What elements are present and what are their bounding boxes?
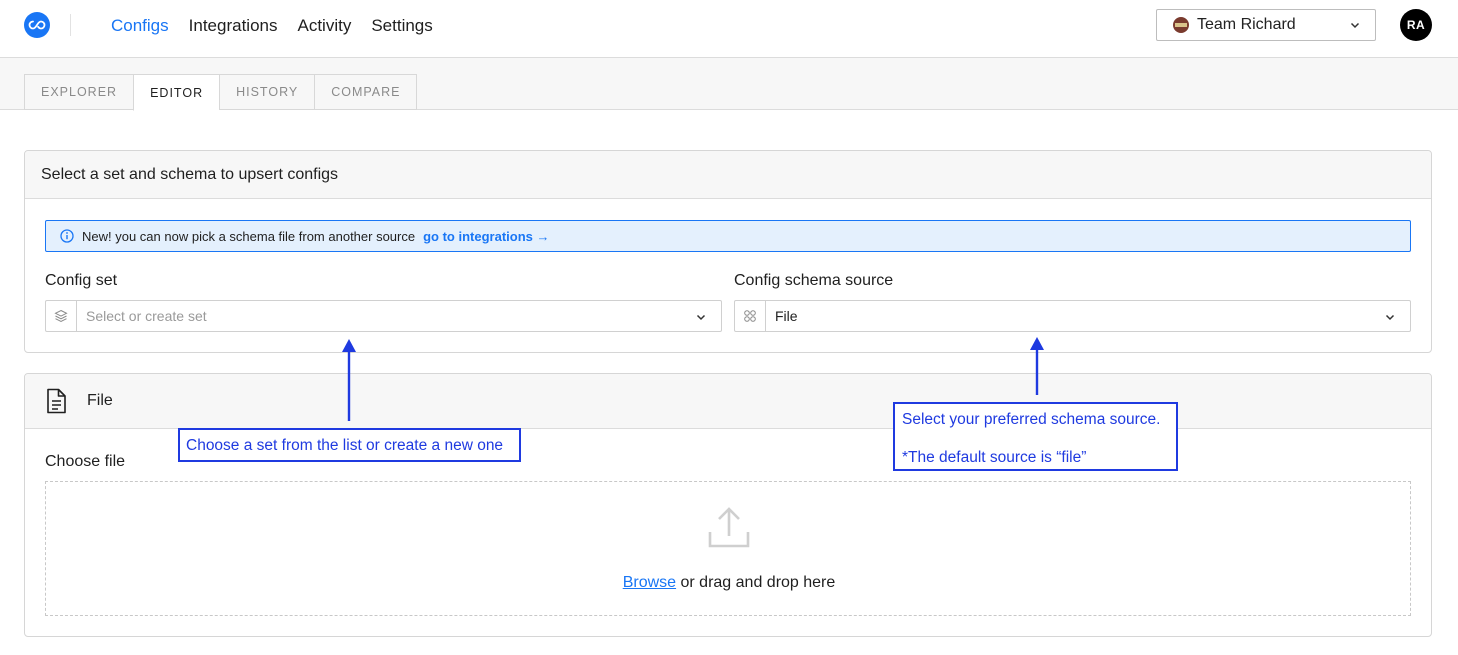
annotation-schema-hint-line1: Select your preferred schema source. bbox=[902, 411, 1161, 428]
panel-title: Select a set and schema to upsert config… bbox=[25, 151, 1431, 199]
tab-explorer[interactable]: EXPLORER bbox=[24, 74, 134, 110]
browse-link[interactable]: Browse bbox=[623, 574, 676, 591]
user-avatar[interactable]: RA bbox=[1400, 9, 1432, 41]
select-set-schema-panel: Select a set and schema to upsert config… bbox=[24, 150, 1432, 353]
chevron-down-icon bbox=[696, 314, 706, 321]
top-navigation-bar: Configs Integrations Activity Settings T… bbox=[0, 0, 1458, 58]
nav-item-activity[interactable]: Activity bbox=[297, 16, 351, 36]
team-selector[interactable]: Team Richard bbox=[1156, 9, 1376, 41]
nav-divider bbox=[70, 14, 71, 36]
grid-icon bbox=[735, 301, 766, 331]
tab-compare[interactable]: COMPARE bbox=[314, 74, 418, 110]
config-set-select[interactable]: Select or create set bbox=[45, 300, 722, 332]
schema-source-value: File bbox=[775, 308, 798, 324]
config-set-placeholder: Select or create set bbox=[86, 308, 207, 324]
annotation-set-hint: Choose a set from the list or create a n… bbox=[178, 428, 521, 462]
info-banner-text: New! you can now pick a schema file from… bbox=[82, 228, 416, 244]
dropzone-text: Browse or drag and drop here bbox=[46, 574, 1412, 592]
file-panel-header: File bbox=[25, 374, 1431, 429]
file-upload-panel: File Choose file Browse or drag and drop… bbox=[24, 373, 1432, 637]
upload-icon bbox=[708, 507, 750, 548]
config-set-label: Config set bbox=[45, 272, 118, 289]
file-dropzone[interactable]: Browse or drag and drop here bbox=[45, 481, 1411, 616]
nav-item-settings[interactable]: Settings bbox=[371, 16, 432, 36]
main-nav: Configs Integrations Activity Settings bbox=[111, 16, 433, 36]
layers-icon bbox=[46, 301, 77, 331]
file-panel-title: File bbox=[87, 392, 113, 409]
choose-file-label: Choose file bbox=[45, 453, 126, 470]
annotation-arrow-schema bbox=[1030, 337, 1044, 395]
schema-source-label: Config schema source bbox=[734, 272, 894, 289]
annotation-schema-hint: Select your preferred schema source. *Th… bbox=[893, 402, 1178, 471]
nav-item-configs[interactable]: Configs bbox=[111, 16, 169, 36]
info-icon bbox=[60, 229, 74, 243]
team-avatar-icon bbox=[1173, 17, 1189, 33]
file-icon bbox=[47, 388, 66, 414]
app-logo-icon[interactable] bbox=[24, 12, 50, 38]
schema-source-select[interactable]: File bbox=[734, 300, 1411, 332]
tab-history[interactable]: HISTORY bbox=[219, 74, 315, 110]
drag-drop-text: or drag and drop here bbox=[676, 574, 836, 591]
chevron-down-icon bbox=[1350, 22, 1360, 29]
info-banner: New! you can now pick a schema file from… bbox=[45, 220, 1411, 252]
chevron-down-icon bbox=[1385, 314, 1395, 321]
tab-bar: EXPLORER EDITOR HISTORY COMPARE bbox=[0, 58, 1458, 111]
go-to-integrations-link[interactable]: go to integrations → bbox=[423, 229, 549, 244]
annotation-schema-hint-line2: *The default source is “file” bbox=[902, 449, 1087, 466]
nav-item-integrations[interactable]: Integrations bbox=[189, 16, 278, 36]
annotation-arrow-set bbox=[342, 339, 356, 421]
team-selector-label: Team Richard bbox=[1197, 16, 1296, 33]
tab-editor[interactable]: EDITOR bbox=[133, 74, 220, 111]
